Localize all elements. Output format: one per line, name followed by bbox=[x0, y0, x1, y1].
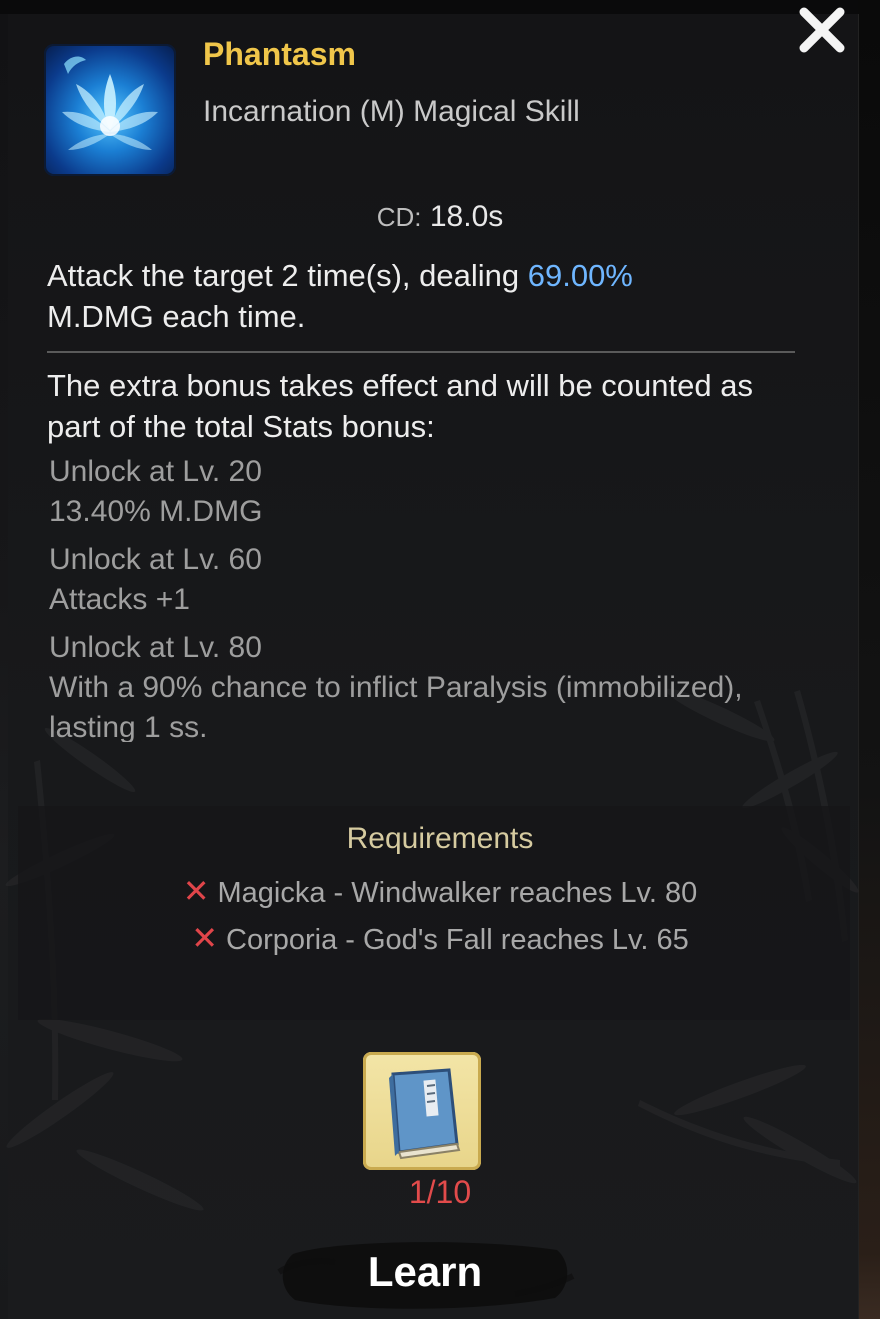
top-edge bbox=[0, 0, 880, 14]
unmet-x-icon: ✕ bbox=[191, 920, 219, 956]
cooldown-label: CD: bbox=[376, 202, 422, 232]
unlock-effect: 13.40% M.DMG bbox=[49, 495, 263, 528]
unlock-level: Unlock at Lv. 20 bbox=[49, 455, 262, 488]
unlock-level: Unlock at Lv. 80 bbox=[49, 631, 262, 664]
skill-description: Attack the target 2 time(s), dealing 69.… bbox=[47, 255, 767, 337]
skill-name: Phantasm bbox=[203, 36, 356, 72]
close-button[interactable] bbox=[796, 4, 848, 56]
cooldown: CD: 18.0s bbox=[0, 200, 880, 234]
bonus-intro: The extra bonus takes effect and will be… bbox=[47, 368, 753, 444]
book-count: 1/10 bbox=[408, 1174, 472, 1210]
unlock-effect: With a 90% chance to inflict Paralysis (… bbox=[49, 671, 743, 742]
requirement-text: Magicka - Windwalker reaches Lv. 80 bbox=[217, 877, 698, 909]
unlock-item: Unlock at Lv. 20 13.40% M.DMG bbox=[49, 452, 789, 532]
cooldown-value: 18.0s bbox=[429, 200, 504, 233]
close-icon bbox=[799, 7, 845, 53]
blue-lotus-icon bbox=[62, 56, 158, 150]
skill-icon bbox=[44, 44, 176, 176]
requirement-item: ✕ Magicka - Windwalker reaches Lv. 80 bbox=[0, 872, 880, 910]
right-edge bbox=[858, 0, 880, 1319]
learn-label: Learn bbox=[367, 1248, 483, 1295]
unlock-list: Unlock at Lv. 20 13.40% M.DMG Unlock at … bbox=[49, 452, 789, 742]
requirement-item: ✕ Corporia - God's Fall reaches Lv. 65 bbox=[0, 919, 880, 957]
divider bbox=[47, 351, 795, 353]
description-prefix: Attack the target 2 time(s), dealing bbox=[47, 258, 528, 293]
unlock-level: Unlock at Lv. 60 bbox=[49, 543, 262, 576]
damage-percent: 69.00% bbox=[527, 258, 633, 293]
skill-book-slot[interactable] bbox=[363, 1052, 481, 1170]
requirement-text: Corporia - God's Fall reaches Lv. 65 bbox=[226, 924, 689, 956]
unmet-x-icon: ✕ bbox=[182, 873, 210, 909]
skill-detail-page: Phantasm Incarnation (M) Magical Skill C… bbox=[0, 0, 880, 1319]
learn-button[interactable]: Learn bbox=[275, 1232, 575, 1314]
unlock-effect: Attacks +1 bbox=[49, 583, 190, 616]
description-suffix: M.DMG each time. bbox=[47, 299, 306, 334]
unlock-item: Unlock at Lv. 80 With a 90% chance to in… bbox=[49, 628, 789, 742]
unlock-item: Unlock at Lv. 60 Attacks +1 bbox=[49, 540, 789, 620]
skill-type: Incarnation (M) Magical Skill bbox=[203, 95, 580, 128]
requirements-title: Requirements bbox=[346, 822, 534, 855]
skill-book-icon bbox=[389, 1068, 461, 1160]
